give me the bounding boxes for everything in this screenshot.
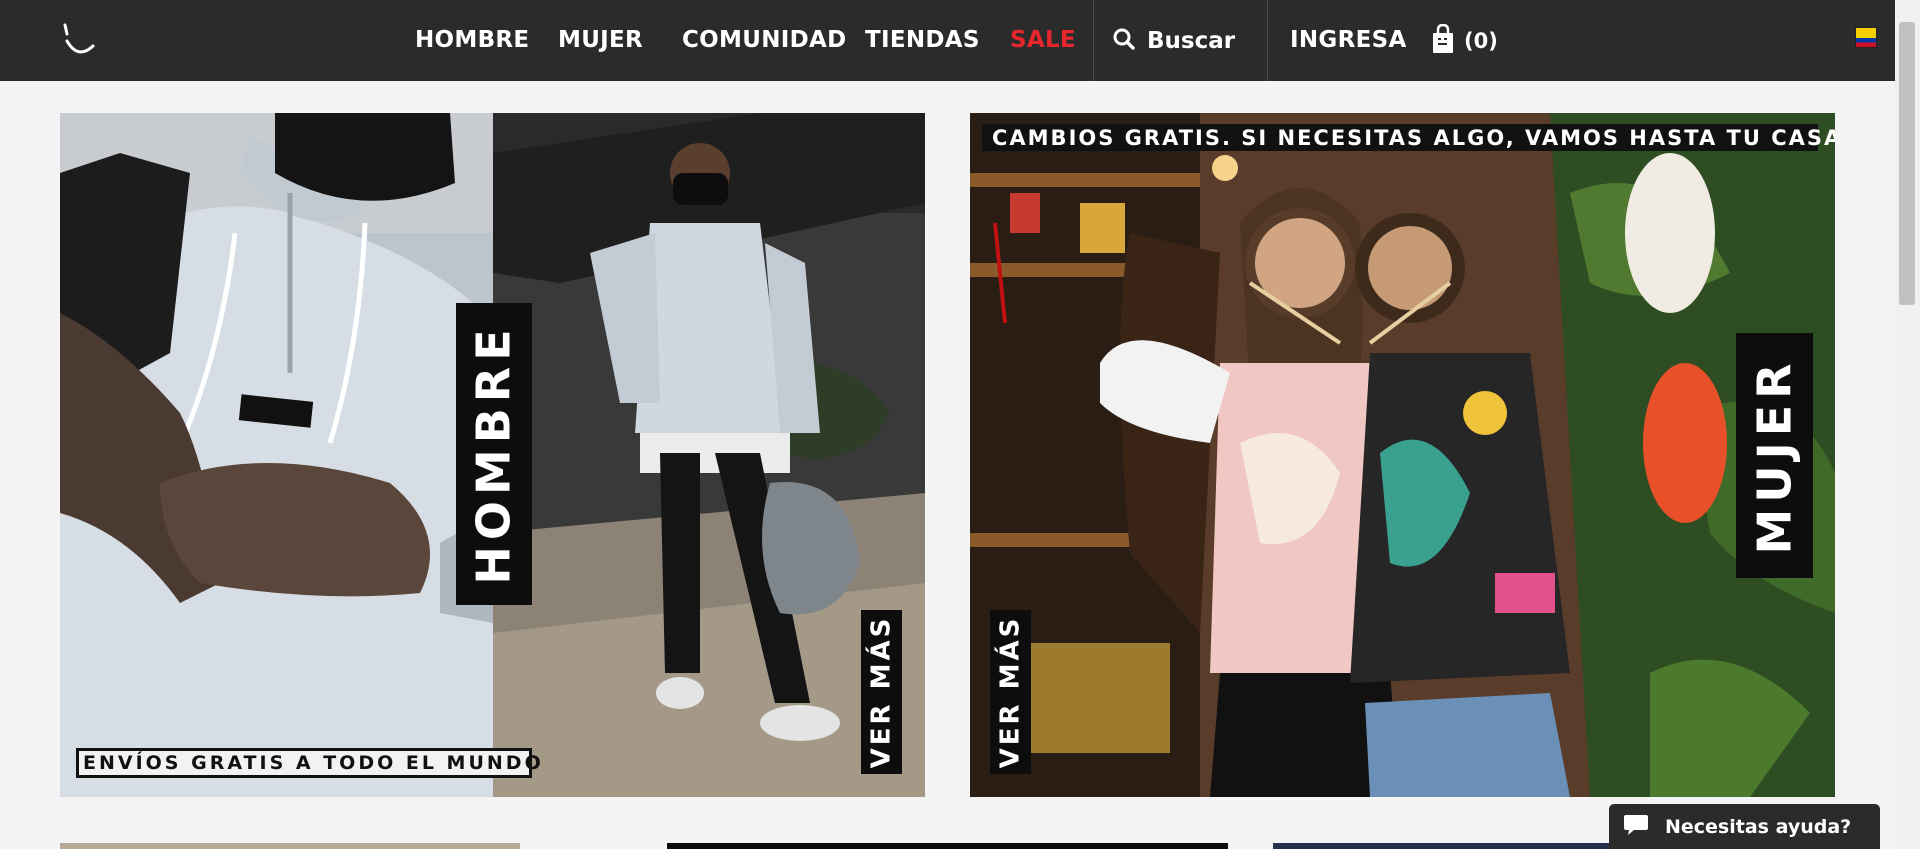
women-banner[interactable]: CAMBIOS GRATIS. SI NECESITAS ALGO, VAMOS… — [970, 113, 1835, 797]
help-label: Necesitas ayuda? — [1665, 815, 1852, 838]
women-banner-cta[interactable]: VER MÁS — [990, 610, 1031, 774]
nav-tiendas[interactable]: TIENDAS — [865, 0, 980, 81]
women-banner-label: MUJER — [1736, 333, 1813, 578]
nav-sale[interactable]: SALE — [1010, 0, 1076, 81]
men-banner-cta[interactable]: VER MÁS — [861, 610, 902, 774]
site-header: HOMBRE MUJER COMUNIDAD TIENDAS SALE Busc… — [0, 0, 1895, 81]
scrollbar-thumb[interactable] — [1899, 22, 1915, 305]
women-banner-photo — [970, 113, 1835, 797]
men-banner-label: HOMBRE — [456, 303, 532, 605]
login-link[interactable]: INGRESA — [1290, 0, 1407, 81]
nav-divider — [1267, 0, 1268, 81]
shopping-bag-icon — [1432, 23, 1454, 58]
search-label: Buscar — [1147, 27, 1236, 54]
cart-button[interactable]: (0) — [1432, 0, 1498, 81]
nav-divider — [1093, 0, 1094, 81]
help-chat-button[interactable]: Necesitas ayuda? — [1609, 804, 1880, 849]
chat-bubble-icon — [1623, 813, 1649, 841]
bottom-tile-3[interactable] — [1273, 843, 1653, 849]
bottom-tile-1[interactable] — [60, 843, 520, 849]
search-button[interactable]: Buscar — [1113, 0, 1235, 81]
men-banner[interactable]: HOMBRE VER MÁS ENVÍOS GRATIS A TODO EL M… — [60, 113, 925, 797]
search-icon — [1113, 28, 1135, 54]
bottom-tile-2[interactable] — [667, 843, 1228, 849]
nav-mujer[interactable]: MUJER — [558, 0, 643, 81]
free-shipping-strip: ENVÍOS GRATIS A TODO EL MUNDO — [76, 748, 541, 778]
logo-smile-icon[interactable] — [60, 20, 108, 64]
cart-count: (0) — [1464, 28, 1498, 53]
free-returns-strip: CAMBIOS GRATIS. SI NECESITAS ALGO, VAMOS… — [982, 124, 1835, 151]
nav-comunidad[interactable]: COMUNIDAD — [682, 0, 847, 81]
colombia-flag-icon[interactable] — [1855, 27, 1877, 48]
nav-hombre[interactable]: HOMBRE — [415, 0, 529, 81]
